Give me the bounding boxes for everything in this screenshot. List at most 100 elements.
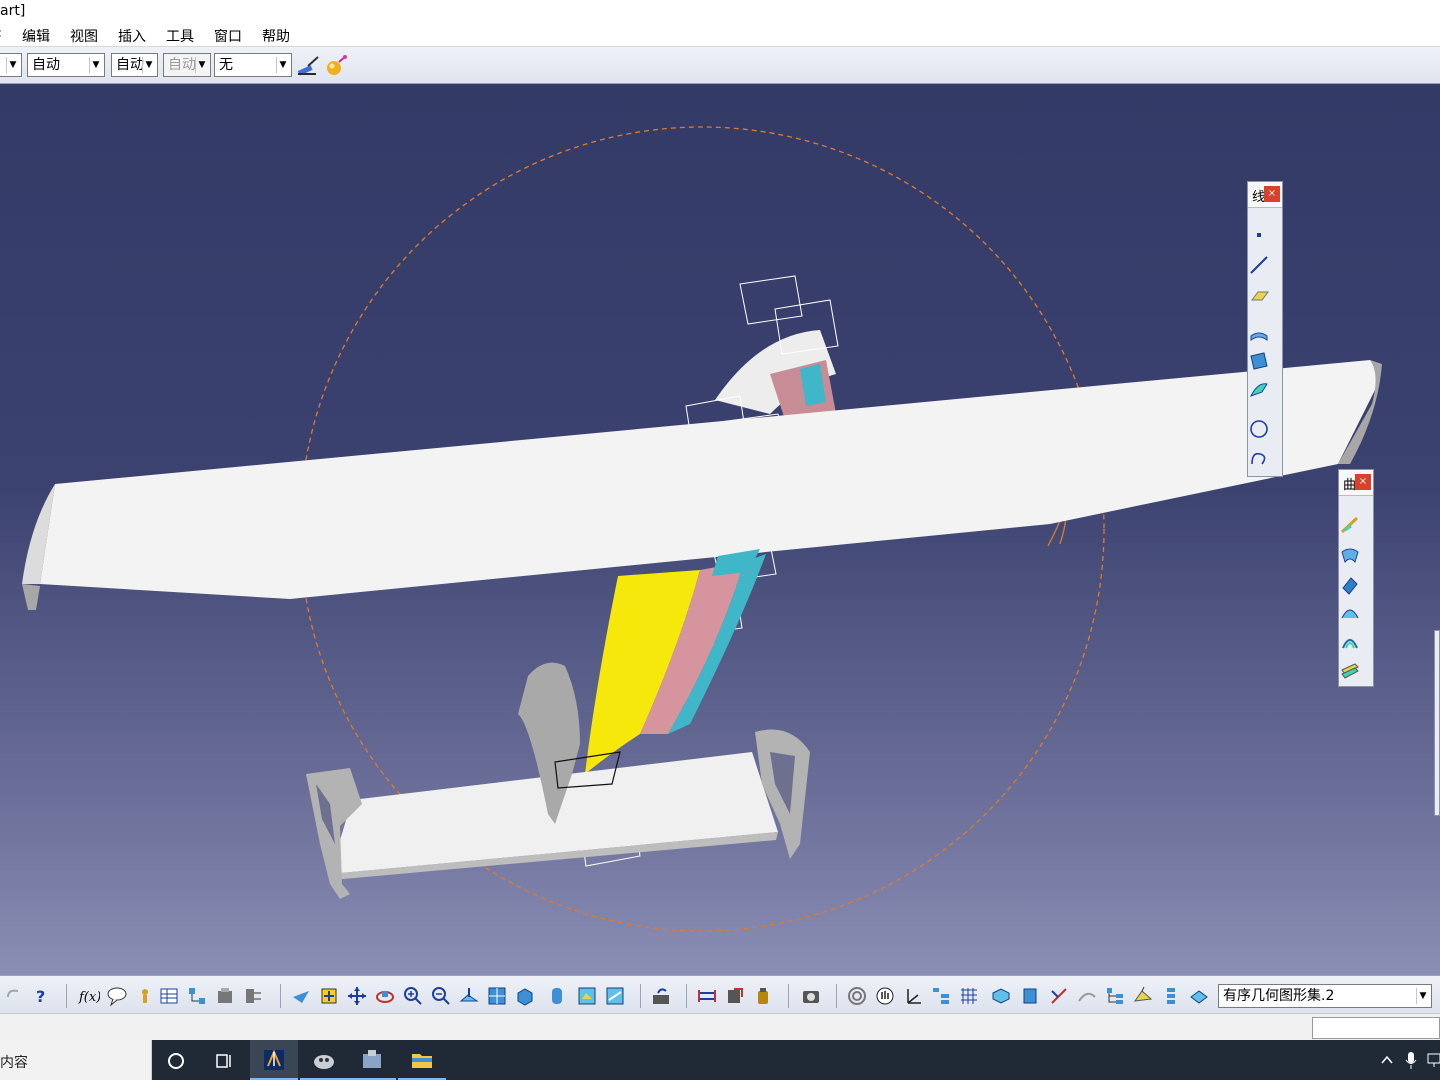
task-view-icon[interactable] <box>214 1051 234 1071</box>
geometric-set-icon[interactable] <box>1188 985 1210 1007</box>
paint-brush-icon[interactable] <box>296 54 320 78</box>
status-bar <box>0 1013 1440 1040</box>
command-input[interactable] <box>1312 1017 1440 1039</box>
whats-this-icon[interactable]: ? <box>32 985 54 1007</box>
analysis-icon[interactable] <box>846 985 868 1007</box>
swap-space-icon[interactable] <box>604 985 626 1007</box>
plane-icon[interactable] <box>1248 284 1270 306</box>
network-icon[interactable] <box>1426 1052 1440 1068</box>
chevron-up-icon[interactable] <box>1380 1054 1394 1066</box>
menu-window[interactable]: 窗口 <box>214 26 242 46</box>
geometric-set-select[interactable]: 有序几何图形集.2 ▼ <box>1218 984 1432 1008</box>
measure-inertia-icon[interactable] <box>752 985 774 1007</box>
taskbar-app-3[interactable] <box>348 1040 396 1080</box>
color-combo[interactable]: ▼ <box>0 53 22 77</box>
normal-view-icon[interactable] <box>458 985 480 1007</box>
loft-icon[interactable] <box>1339 630 1361 652</box>
menu-bar: ‡ 编辑 视图 插入 工具 窗口 帮助 <box>0 23 1440 47</box>
taskbar-search-text: 内容 <box>0 1055 28 1071</box>
tree-icon[interactable] <box>186 985 208 1007</box>
line-icon[interactable] <box>1248 254 1270 276</box>
separator <box>686 984 687 1008</box>
close-icon[interactable]: × <box>1264 186 1280 202</box>
grid-icon[interactable] <box>958 985 980 1007</box>
multi-section-icon[interactable] <box>1339 514 1361 536</box>
fillet-icon[interactable] <box>1339 602 1361 624</box>
multi-view-icon[interactable] <box>486 985 508 1007</box>
drawing-app-icon <box>363 1050 381 1068</box>
menu-help[interactable]: 帮助 <box>262 26 290 46</box>
bottom-toolbar: ? f(x) 有序几何图形集.2 ▼ <box>0 975 1440 1013</box>
table-icon[interactable] <box>158 985 180 1007</box>
chevron-down-icon: ▼ <box>195 57 208 73</box>
snap-icon[interactable] <box>1020 985 1042 1007</box>
line-type-combo: 自动 ▼ <box>163 53 211 77</box>
update-icon[interactable] <box>650 985 672 1007</box>
fit-all-icon[interactable] <box>318 985 340 1007</box>
highlight-icon[interactable] <box>1132 985 1154 1007</box>
work-support-icon[interactable] <box>990 985 1012 1007</box>
menu-edit[interactable]: 编辑 <box>22 26 50 46</box>
measure-between-icon[interactable] <box>696 985 718 1007</box>
spline-icon[interactable] <box>1248 446 1270 468</box>
taskbar-search[interactable]: 内容 <box>0 1040 152 1080</box>
fill-icon[interactable] <box>1248 350 1270 372</box>
tree-expand-icon[interactable] <box>930 985 952 1007</box>
toolbar-header[interactable]: 线 × <box>1248 182 1282 208</box>
graphic-properties-toolbar: ▼ 自动 ▼ 自动 ▼ 自动 ▼ 无 ▼ <box>0 48 1440 84</box>
hand-icon[interactable] <box>874 985 896 1007</box>
formula-icon[interactable]: f(x) <box>78 985 100 1007</box>
catalog-icon[interactable] <box>214 985 236 1007</box>
taskbar-app-2[interactable] <box>300 1040 348 1080</box>
layers-list-icon[interactable] <box>1160 985 1182 1007</box>
sweep-icon[interactable] <box>1248 378 1270 400</box>
iso-view-icon[interactable] <box>514 985 536 1007</box>
menu-view[interactable]: 视图 <box>70 26 98 46</box>
docked-toolbar-edge[interactable] <box>1434 630 1440 816</box>
aircraft-model[interactable] <box>0 84 1440 975</box>
surfaces-toolbar[interactable]: 曲 × <box>1338 469 1374 687</box>
layer-combo[interactable]: 无 ▼ <box>214 53 292 77</box>
microphone-icon[interactable] <box>1404 1050 1418 1070</box>
capture-camera-icon[interactable] <box>800 985 822 1007</box>
shading-icon[interactable] <box>546 985 568 1007</box>
circle-icon[interactable] <box>1248 418 1270 440</box>
zoom-out-icon[interactable] <box>430 985 452 1007</box>
surface-analysis-icon[interactable] <box>1076 985 1098 1007</box>
line-thickness-combo[interactable]: 自动 ▼ <box>111 53 158 77</box>
offset-icon[interactable] <box>1339 574 1361 596</box>
comment-icon[interactable] <box>106 985 128 1007</box>
hide-show-icon[interactable] <box>576 985 598 1007</box>
constraint-icon[interactable] <box>1048 985 1070 1007</box>
combo-value: 自动 <box>168 57 196 73</box>
measure-item-icon[interactable] <box>724 985 746 1007</box>
product-icon[interactable] <box>242 985 264 1007</box>
menu-insert[interactable]: 插入 <box>118 26 146 46</box>
pan-icon[interactable] <box>346 985 368 1007</box>
axis-system-icon[interactable] <box>902 985 924 1007</box>
layer-icon[interactable] <box>1339 658 1361 680</box>
color-ball-icon[interactable] <box>324 54 348 78</box>
chevron-down-icon: ▼ <box>276 57 289 73</box>
taskbar-app-explorer[interactable] <box>398 1040 446 1080</box>
point-icon[interactable] <box>1248 224 1270 246</box>
separator <box>788 984 789 1008</box>
zoom-in-icon[interactable] <box>402 985 424 1007</box>
extrude-surface-icon[interactable] <box>1248 322 1270 344</box>
3d-viewport[interactable]: 线 × 曲 × <box>0 84 1440 975</box>
rotate-icon[interactable] <box>374 985 396 1007</box>
wireframe-toolbar[interactable]: 线 × <box>1247 181 1283 477</box>
knowledge-icon[interactable] <box>134 985 156 1007</box>
spec-tree-icon[interactable] <box>1104 985 1126 1007</box>
taskbar-app-catia[interactable] <box>250 1040 298 1080</box>
os-taskbar: 内容 <box>0 1040 1440 1080</box>
close-icon[interactable]: × <box>1355 474 1371 490</box>
toolbar-header[interactable]: 曲 × <box>1339 470 1373 496</box>
cortana-circle-icon[interactable] <box>166 1051 186 1071</box>
menu-file[interactable]: ‡ <box>0 26 1 42</box>
fly-mode-icon[interactable] <box>290 985 312 1007</box>
blend-icon[interactable] <box>1339 544 1361 566</box>
undo-icon[interactable] <box>4 985 26 1007</box>
menu-tools[interactable]: 工具 <box>166 26 194 46</box>
transparency-combo[interactable]: 自动 ▼ <box>27 53 105 77</box>
